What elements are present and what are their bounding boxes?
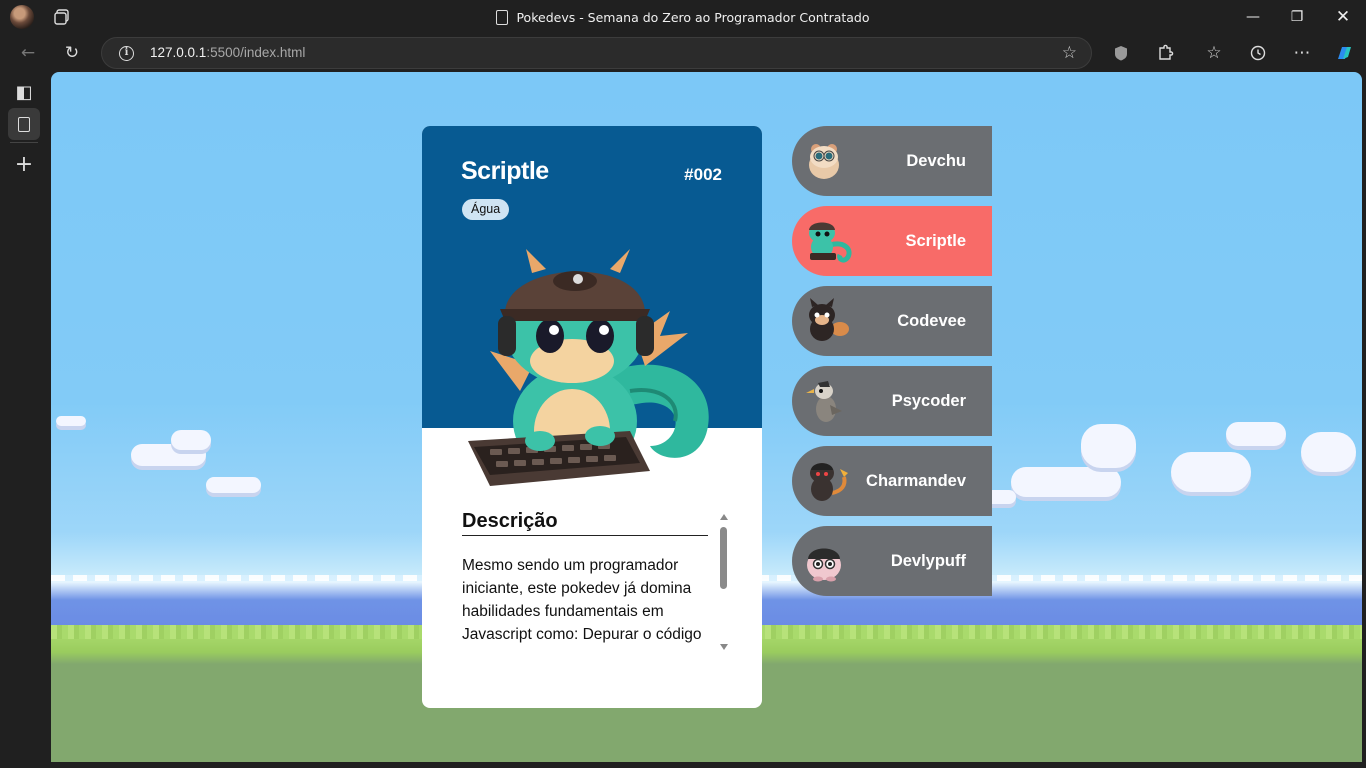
scriptle-image [468, 249, 709, 486]
site-info-icon[interactable]: i [119, 46, 134, 61]
list-item-label: Scriptle [905, 232, 966, 250]
description-title: Descrição [462, 510, 708, 536]
browser-toolbar: ← ↻ i 127.0.0.1:5500/index.html ☆ ☆ ⋯ [0, 34, 1366, 72]
list-item-label: Charmandev [866, 472, 966, 490]
window-title: Pokedevs - Semana do Zero ao Programador… [0, 0, 1366, 34]
refresh-button[interactable]: ↻ [57, 39, 87, 67]
list-item-label: Codevee [897, 312, 966, 330]
cloud [1226, 422, 1286, 446]
page-tab-icon[interactable] [8, 108, 40, 140]
page-viewport: Scriptle #002 Água Descrição Mesmo sendo… [51, 72, 1362, 762]
pokemon-card: Scriptle #002 Água Descrição Mesmo sendo… [422, 126, 762, 708]
cloud [1171, 452, 1251, 492]
list-item-devchu[interactable]: Devchu [792, 126, 992, 196]
cloud [1081, 424, 1136, 468]
lizard-icon [810, 463, 848, 501]
back-button[interactable]: ← [13, 39, 43, 67]
list-item-charmandev[interactable]: Charmandev [792, 446, 992, 516]
cloud [56, 416, 86, 426]
favorites-icon[interactable]: ☆ [1199, 39, 1229, 67]
tab-actions-icon[interactable]: ◧ [8, 76, 40, 108]
shield-icon[interactable] [1106, 39, 1136, 67]
restore-button[interactable]: ❐ [1274, 0, 1320, 34]
list-item-label: Devchu [906, 152, 966, 170]
browser-sidebar: ◧ + [0, 72, 48, 768]
pokemon-name: Scriptle [461, 157, 549, 185]
more-menu-icon[interactable]: ⋯ [1287, 39, 1317, 67]
favorite-star-icon[interactable]: ☆ [1062, 43, 1077, 63]
hamster-icon [809, 144, 839, 179]
scroll-thumb[interactable] [720, 527, 727, 589]
description-scrollbar[interactable] [718, 511, 730, 653]
pokemon-number: #002 [684, 165, 722, 184]
address-bar[interactable]: i 127.0.0.1:5500/index.html ☆ [101, 37, 1092, 69]
sidebar-divider [10, 142, 38, 143]
dragon-icon [809, 222, 852, 263]
bird-icon [806, 381, 842, 422]
history-icon[interactable] [1243, 39, 1273, 67]
list-item-label: Devlypuff [890, 552, 966, 570]
minimize-button[interactable]: — [1230, 0, 1276, 34]
scroll-down-arrow-icon[interactable] [720, 644, 728, 650]
close-window-button[interactable]: ✕ [1320, 0, 1366, 34]
window-title-text: Pokedevs - Semana do Zero ao Programador… [516, 9, 870, 25]
type-badge: Água [462, 199, 510, 220]
new-tab-icon[interactable]: + [8, 148, 40, 180]
list-item-psycoder[interactable]: Psycoder [792, 366, 992, 436]
document-icon [496, 9, 509, 25]
copilot-icon[interactable] [1329, 39, 1359, 67]
list-item-codevee[interactable]: Codevee [792, 286, 992, 356]
description-text[interactable]: Mesmo sendo um programador iniciante, es… [462, 554, 712, 656]
list-item-scriptle[interactable]: Scriptle [792, 206, 992, 276]
url-text[interactable]: 127.0.0.1:5500/index.html [150, 38, 305, 68]
cloud [1301, 432, 1356, 472]
fox-icon [809, 298, 849, 341]
cloud [206, 477, 261, 493]
list-item-devlypuff[interactable]: Devlypuff [792, 526, 992, 596]
list-item-label: Psycoder [891, 392, 966, 410]
title-bar: Pokedevs - Semana do Zero ao Programador… [0, 0, 1366, 34]
puff-icon [807, 548, 841, 582]
cloud [171, 430, 211, 450]
cloud [1011, 467, 1121, 497]
extensions-icon[interactable] [1150, 39, 1180, 67]
scroll-up-arrow-icon[interactable] [720, 514, 728, 520]
